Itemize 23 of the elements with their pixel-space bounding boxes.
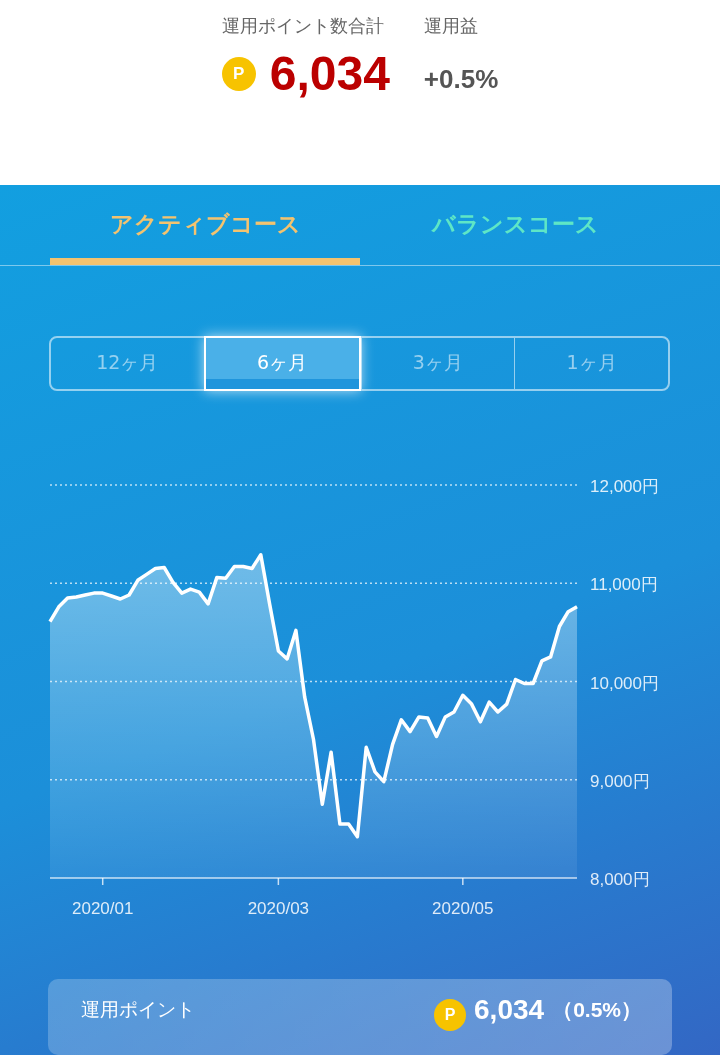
- x-tick-label: 2020/03: [247, 898, 310, 918]
- y-tick-label: 10,000円: [590, 673, 659, 693]
- y-tick-label: 8,000円: [590, 869, 650, 889]
- card-label: 運用ポイント: [81, 996, 195, 1022]
- y-tick-label: 11,000円: [590, 575, 658, 595]
- coin-badge: P: [221, 56, 256, 91]
- return-value: +0.5%: [423, 64, 499, 95]
- period-tab[interactable]: 6ヶ月: [203, 336, 361, 391]
- course-tab[interactable]: バランスコース: [360, 185, 670, 266]
- x-tick-label: 2020/05: [432, 898, 494, 918]
- x-tick-label: 2020/01: [71, 898, 134, 918]
- period-tab[interactable]: 3ヶ月: [360, 338, 515, 389]
- y-tick-label: 9,000円: [590, 771, 650, 791]
- coin-badge: P: [434, 998, 467, 1031]
- period-tab[interactable]: 1ヶ月: [514, 338, 668, 389]
- total-points-value: 6,034: [269, 46, 390, 101]
- card-points-value: 6,034: [474, 993, 545, 1026]
- card-rate: （0.5%）: [552, 996, 642, 1023]
- course-tab[interactable]: アクティブコース: [50, 185, 360, 266]
- period-tab[interactable]: 12ヶ月: [51, 338, 204, 389]
- total-points-label: 運用ポイント数合計: [221, 14, 385, 38]
- return-label: 運用益: [423, 14, 479, 38]
- y-tick-label: 12,000円: [590, 476, 659, 496]
